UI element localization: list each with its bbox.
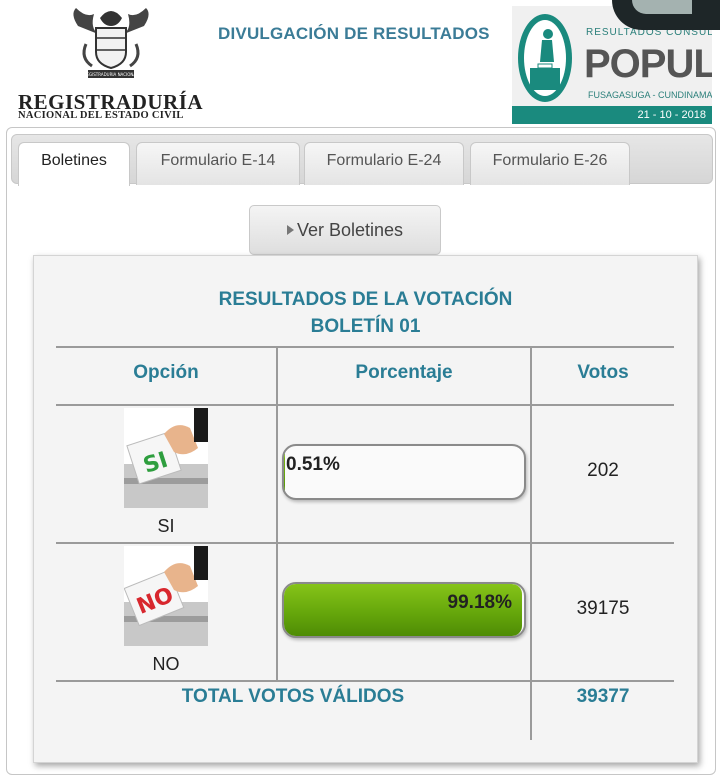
no-ballot-icon: NO: [124, 546, 208, 646]
badge-place: FUSAGASUGA - CUNDINAMARCA: [588, 90, 712, 100]
org-subtitle: NACIONAL DEL ESTADO CIVIL: [18, 110, 184, 121]
ver-boletines-button[interactable]: Ver Boletines: [249, 205, 441, 255]
col-header-votos: Votos: [577, 362, 629, 383]
votes-no: 39175: [576, 598, 630, 619]
votes-si: 202: [587, 460, 619, 481]
main-panel: Boletines Formulario E-14 Formulario E-2…: [6, 127, 716, 775]
badge-date: 21 - 10 - 2018: [512, 106, 712, 124]
tab-bar: Boletines Formulario E-14 Formulario E-2…: [11, 134, 713, 186]
tab-formulario-e26[interactable]: Formulario E-26: [470, 142, 630, 185]
ver-boletines-label: Ver Boletines: [296, 220, 404, 240]
play-arrow-icon: [286, 225, 294, 235]
col-header-porcentaje: Porcentaje: [355, 362, 453, 383]
tab-boletines[interactable]: Boletines: [18, 142, 130, 186]
total-votes-label: TOTAL VOTOS VÁLIDOS: [181, 686, 405, 707]
table-rule: [56, 404, 674, 406]
percent-bar-si: 0.51%: [282, 444, 526, 500]
percent-bar-no: 99.18%: [282, 582, 526, 638]
badge-big-text: POPULAR: [584, 42, 712, 86]
registraduria-logo: REGISTRADURIA NACIONAL REGISTRADURÍA NAC…: [14, 4, 210, 122]
results-title-line1: RESULTADOS DE LA VOTACIÓN: [218, 289, 513, 310]
option-label-si: SI: [157, 516, 175, 536]
table-rule: [56, 542, 674, 544]
table-rule: [56, 680, 674, 682]
total-votes-value: 39377: [576, 686, 630, 707]
table-rule: [56, 346, 674, 348]
tab-formulario-e24[interactable]: Formulario E-24: [304, 142, 464, 185]
results-title-line2: BOLETÍN 01: [310, 316, 421, 337]
option-label-no: NO: [152, 654, 180, 674]
page-header: REGISTRADURIA NACIONAL REGISTRADURÍA NAC…: [0, 0, 720, 126]
corner-photo: [612, 0, 720, 30]
ballot-box-icon: [518, 14, 572, 102]
page-title: DIVULGACIÓN DE RESULTADOS: [218, 24, 490, 43]
percent-label-si: 0.51%: [286, 454, 340, 475]
table-divider: [530, 346, 532, 740]
tab-formulario-e14[interactable]: Formulario E-14: [136, 142, 300, 185]
coat-of-arms-icon: REGISTRADURIA NACIONAL: [73, 8, 149, 78]
table-divider: [276, 346, 278, 680]
col-header-opcion: Opción: [133, 362, 199, 383]
percent-label-no: 99.18%: [447, 592, 512, 613]
svg-text:REGISTRADURIA NACIONAL: REGISTRADURIA NACIONAL: [84, 72, 139, 77]
results-card: RESULTADOS DE LA VOTACIÓN BOLETÍN 01 Opc…: [33, 255, 698, 763]
results-title: RESULTADOS DE LA VOTACIÓN BOLETÍN 01: [34, 286, 697, 340]
si-ballot-icon: SI: [124, 408, 208, 508]
